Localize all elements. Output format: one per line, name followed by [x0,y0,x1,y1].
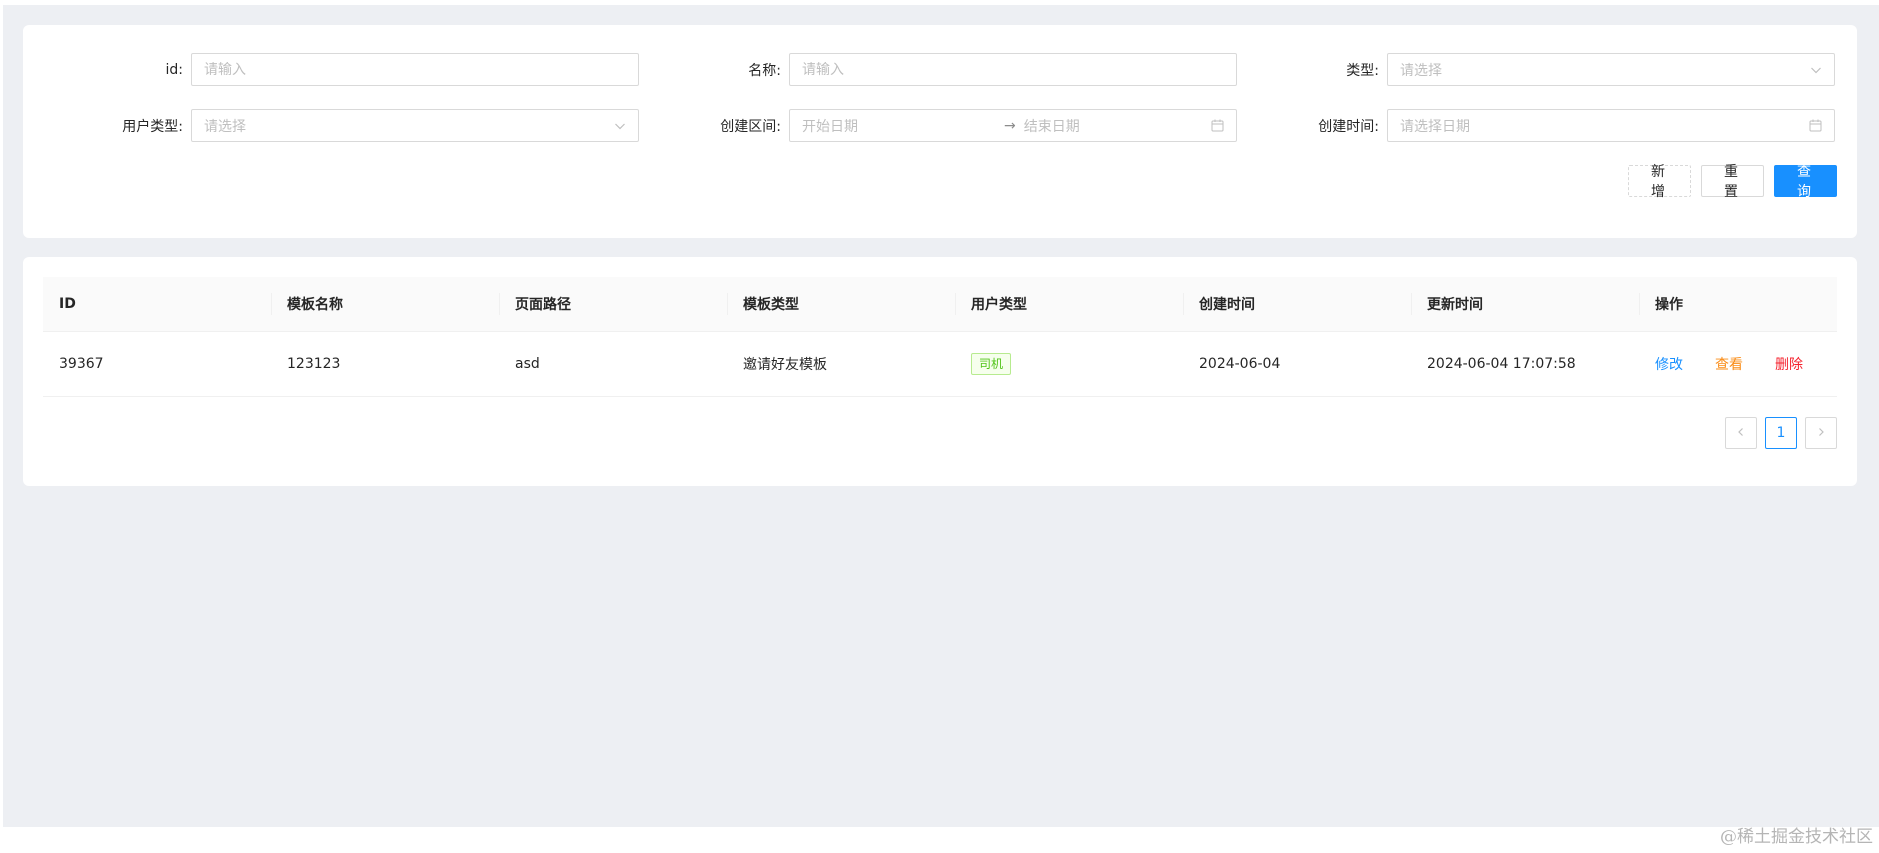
type-label: 类型: [1346,62,1379,79]
column-header-created-at: 创建时间 [1183,293,1411,315]
name-label: 名称: [748,62,781,79]
column-header-actions: 操作 [1639,293,1837,315]
column-header-page-path: 页面路径 [499,293,727,315]
column-header-updated-at: 更新时间 [1411,293,1639,315]
cell-updated-at: 2024-06-04 17:07:58 [1427,356,1576,372]
filter-actions: 新增 重置 查询 [1628,164,1837,200]
table-header: ID 模板名称 页面路径 模板类型 用户类型 创建时间 更新时间 操作 [43,277,1837,332]
pagination: 1 [1725,417,1837,449]
reset-button[interactable]: 重置 [1701,164,1764,200]
row-actions: 修改 查看 删除 [1655,354,1837,374]
view-link[interactable]: 查看 [1715,354,1743,374]
column-header-id: ID [59,296,76,312]
prev-page-button[interactable] [1725,417,1757,449]
edit-link[interactable]: 修改 [1655,354,1683,374]
create-range-filter: 创建区间: 开始日期 → 结束日期 [621,109,1237,142]
date-picker-placeholder: 请选择日期 [1400,118,1470,135]
filter-row-2: 用户类型: 请选择 创建区间: 开始日期 → 结束日期 创建时间: 请选择日期 [23,109,1857,142]
cell-page-path: asd [515,356,540,372]
cell-actions: 修改 查看 删除 [1639,354,1837,374]
filter-row-1: id: 名称: 类型: 请选择 [23,53,1857,86]
column-header-template-type: 模板类型 [727,293,955,315]
create-time-label: 创建时间: [1318,118,1379,135]
date-picker[interactable]: 请选择日期 [1387,109,1835,142]
page-number-button[interactable]: 1 [1765,417,1797,449]
cell-template-type: 邀请好友模板 [743,357,827,373]
name-input-wrapper [789,53,1237,86]
range-arrow-icon: → [1004,117,1016,134]
id-input[interactable] [204,61,626,78]
id-filter: id: [23,53,639,86]
type-select-placeholder: 请选择 [1400,62,1442,79]
user-type-filter: 用户类型: 请选择 [23,109,639,142]
date-range-picker[interactable]: 开始日期 → 结束日期 [789,109,1237,142]
create-time-filter: 创建时间: 请选择日期 [1219,109,1835,142]
cell-created-at: 2024-06-04 [1199,356,1281,372]
search-button[interactable]: 查询 [1774,164,1837,200]
type-filter: 类型: 请选择 [1219,53,1835,86]
id-label: id: [165,61,184,78]
name-input[interactable] [802,61,1224,78]
chevron-right-icon [1816,425,1826,441]
cell-id: 39367 [59,356,104,372]
cell-template-name: 123123 [287,356,341,372]
watermark: @稀土掘金技术社区 [1720,827,1873,847]
chevron-left-icon [1736,425,1746,441]
filter-card: id: 名称: 类型: 请选择 [23,25,1857,238]
user-type-select[interactable]: 请选择 [191,109,639,142]
create-range-label: 创建区间: [720,118,781,135]
column-header-user-type: 用户类型 [955,293,1183,315]
id-input-wrapper [191,53,639,86]
next-page-button[interactable] [1805,417,1837,449]
chevron-down-icon [1810,64,1822,76]
user-type-label: 用户类型: [122,118,183,135]
start-date-input[interactable]: 开始日期 [802,116,992,136]
delete-link[interactable]: 删除 [1775,354,1803,374]
name-filter: 名称: [621,53,1237,86]
user-type-select-placeholder: 请选择 [204,118,246,135]
add-button[interactable]: 新增 [1628,164,1691,200]
end-date-input[interactable]: 结束日期 [1024,116,1211,136]
cell-user-type: 司机 [955,353,1183,375]
table-card: ID 模板名称 页面路径 模板类型 用户类型 创建时间 更新时间 操作 3936… [23,257,1857,486]
app-background: id: 名称: 类型: 请选择 [3,5,1879,827]
calendar-icon [1809,119,1822,132]
column-header-template-name: 模板名称 [271,293,499,315]
table-row: 39367 123123 asd 邀请好友模板 司机 2024-06-04 20… [43,332,1837,397]
user-type-tag: 司机 [971,353,1012,375]
type-select[interactable]: 请选择 [1387,53,1835,86]
template-table: ID 模板名称 页面路径 模板类型 用户类型 创建时间 更新时间 操作 3936… [43,277,1837,397]
